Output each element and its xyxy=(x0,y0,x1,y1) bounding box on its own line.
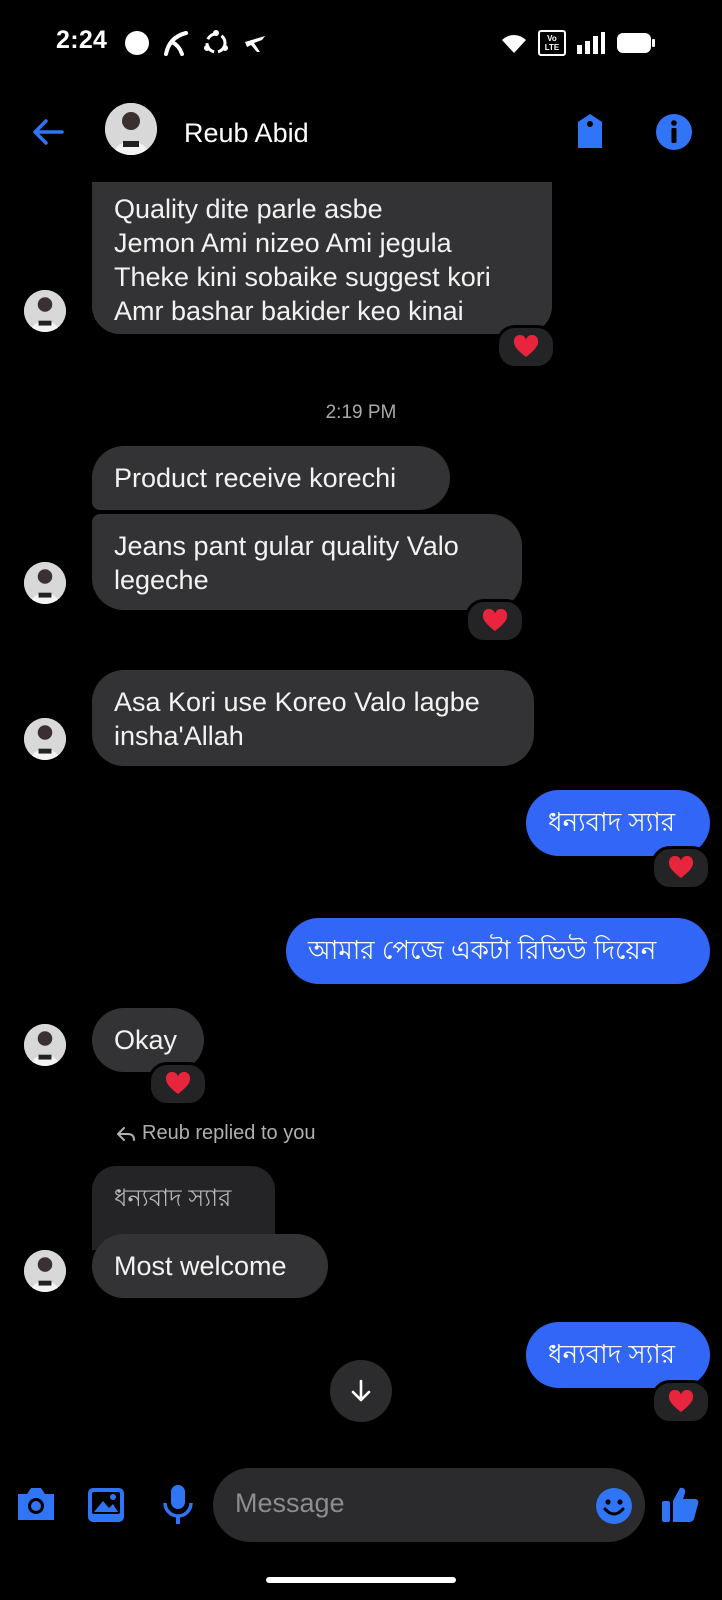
heart-icon xyxy=(165,1072,191,1094)
like-button[interactable] xyxy=(660,1484,700,1524)
scroll-to-bottom-button[interactable] xyxy=(330,1360,392,1422)
heart-icon xyxy=(668,856,694,878)
heart-icon xyxy=(513,335,539,357)
message-bubble-incoming[interactable]: Most welcome xyxy=(92,1234,328,1298)
arrow-down-icon xyxy=(351,1379,371,1402)
home-indicator xyxy=(266,1577,456,1583)
sender-avatar[interactable] xyxy=(24,718,66,760)
back-button[interactable] xyxy=(28,112,68,152)
heart-icon xyxy=(482,609,508,631)
heart-reaction[interactable] xyxy=(651,1380,711,1424)
wifi-icon xyxy=(502,35,526,53)
status-icons-right: Vo LTE xyxy=(500,28,656,58)
volte-bottom: LTE xyxy=(544,43,560,52)
message-line: insha'Allah xyxy=(114,721,244,751)
notification-dot-icon xyxy=(125,31,149,55)
heart-icon xyxy=(668,1390,694,1412)
message-line: Jemon Ami nizeo Ami jegula xyxy=(114,228,452,258)
message-text: ধন্যবাদ স্যার xyxy=(548,1339,676,1369)
message-line: Jeans pant gular quality Valo xyxy=(114,531,459,561)
message-text: Product receive korechi xyxy=(114,463,397,493)
message-bubble-outgoing[interactable]: আমার পেজে একটা রিভিউ দিয়েন xyxy=(286,918,710,984)
tag-button[interactable] xyxy=(572,112,608,152)
avatar-photo-icon xyxy=(24,1024,66,1066)
message-bubble-incoming[interactable]: Jeans pant gular quality Valo legeche xyxy=(92,514,522,610)
quoted-text: ধন্যবাদ স্যার xyxy=(114,1185,232,1212)
camera-icon xyxy=(18,1488,54,1520)
emoji-icon xyxy=(596,1488,632,1524)
volte-top: Vo xyxy=(547,34,557,43)
message-line: Amr bashar bakider keo kinai xyxy=(114,296,464,326)
battery-icon xyxy=(617,33,655,53)
message-bubble-incoming[interactable]: Quality dite parle asbe Jemon Ami nizeo … xyxy=(92,182,552,334)
message-line: Quality dite parle asbe xyxy=(114,194,383,224)
like-icon xyxy=(662,1487,699,1522)
reply-indicator: Reub replied to you xyxy=(116,1122,315,1145)
message-line: legeche xyxy=(114,565,209,595)
message-text: ধন্যবাদ স্যার xyxy=(548,807,676,837)
message-text: Most welcome xyxy=(114,1251,287,1281)
gallery-button[interactable] xyxy=(86,1486,126,1524)
info-button[interactable] xyxy=(654,112,694,152)
heart-reaction[interactable] xyxy=(465,599,525,643)
gallery-icon xyxy=(88,1488,124,1522)
tag-icon xyxy=(578,114,602,148)
contact-avatar[interactable] xyxy=(105,103,157,155)
signal-icon xyxy=(577,32,605,54)
message-bubble-incoming[interactable]: Product receive korechi xyxy=(92,446,450,510)
status-icons-left xyxy=(124,28,268,58)
telecom-logo-icon xyxy=(164,31,188,56)
sync-icon xyxy=(204,30,228,54)
camera-button[interactable] xyxy=(14,1484,58,1524)
reply-meta-text: Reub replied to you xyxy=(142,1122,316,1144)
message-timestamp: 2:19 PM xyxy=(325,402,397,423)
heart-reaction[interactable] xyxy=(496,325,556,369)
avatar-photo-icon xyxy=(24,562,66,604)
heart-reaction[interactable] xyxy=(148,1062,208,1106)
message-text: Okay xyxy=(114,1025,178,1055)
sender-avatar[interactable] xyxy=(24,290,66,332)
message-line: Asa Kori use Koreo Valo lagbe xyxy=(114,687,480,717)
avatar-photo-icon xyxy=(105,103,157,155)
avatar-photo-icon xyxy=(24,290,66,332)
status-time: 2:24 xyxy=(56,26,108,54)
sender-avatar[interactable] xyxy=(24,1250,66,1292)
info-icon xyxy=(656,114,692,150)
message-bubble-outgoing[interactable]: ধন্যবাদ স্যার xyxy=(526,1322,710,1388)
reply-icon xyxy=(117,1126,135,1141)
sender-avatar[interactable] xyxy=(24,1024,66,1066)
message-input-placeholder: Message xyxy=(235,1488,345,1518)
avatar-photo-icon xyxy=(24,718,66,760)
contact-name[interactable]: Reub Abid xyxy=(184,118,309,149)
message-line: Theke kini sobaike suggest kori xyxy=(114,262,491,292)
message-text: আমার পেজে একটা রিভিউ দিয়েন xyxy=(308,935,657,965)
heart-reaction[interactable] xyxy=(651,846,711,890)
airplane-icon xyxy=(245,36,265,52)
avatar-photo-icon xyxy=(24,1250,66,1292)
mic-icon xyxy=(163,1485,193,1524)
emoji-button[interactable] xyxy=(594,1486,634,1526)
volte-icon: Vo LTE xyxy=(538,30,566,56)
back-arrow-icon xyxy=(33,119,64,145)
sender-avatar[interactable] xyxy=(24,562,66,604)
mic-button[interactable] xyxy=(162,1483,194,1527)
message-bubble-incoming[interactable]: Asa Kori use Koreo Valo lagbe insha'Alla… xyxy=(92,670,534,766)
